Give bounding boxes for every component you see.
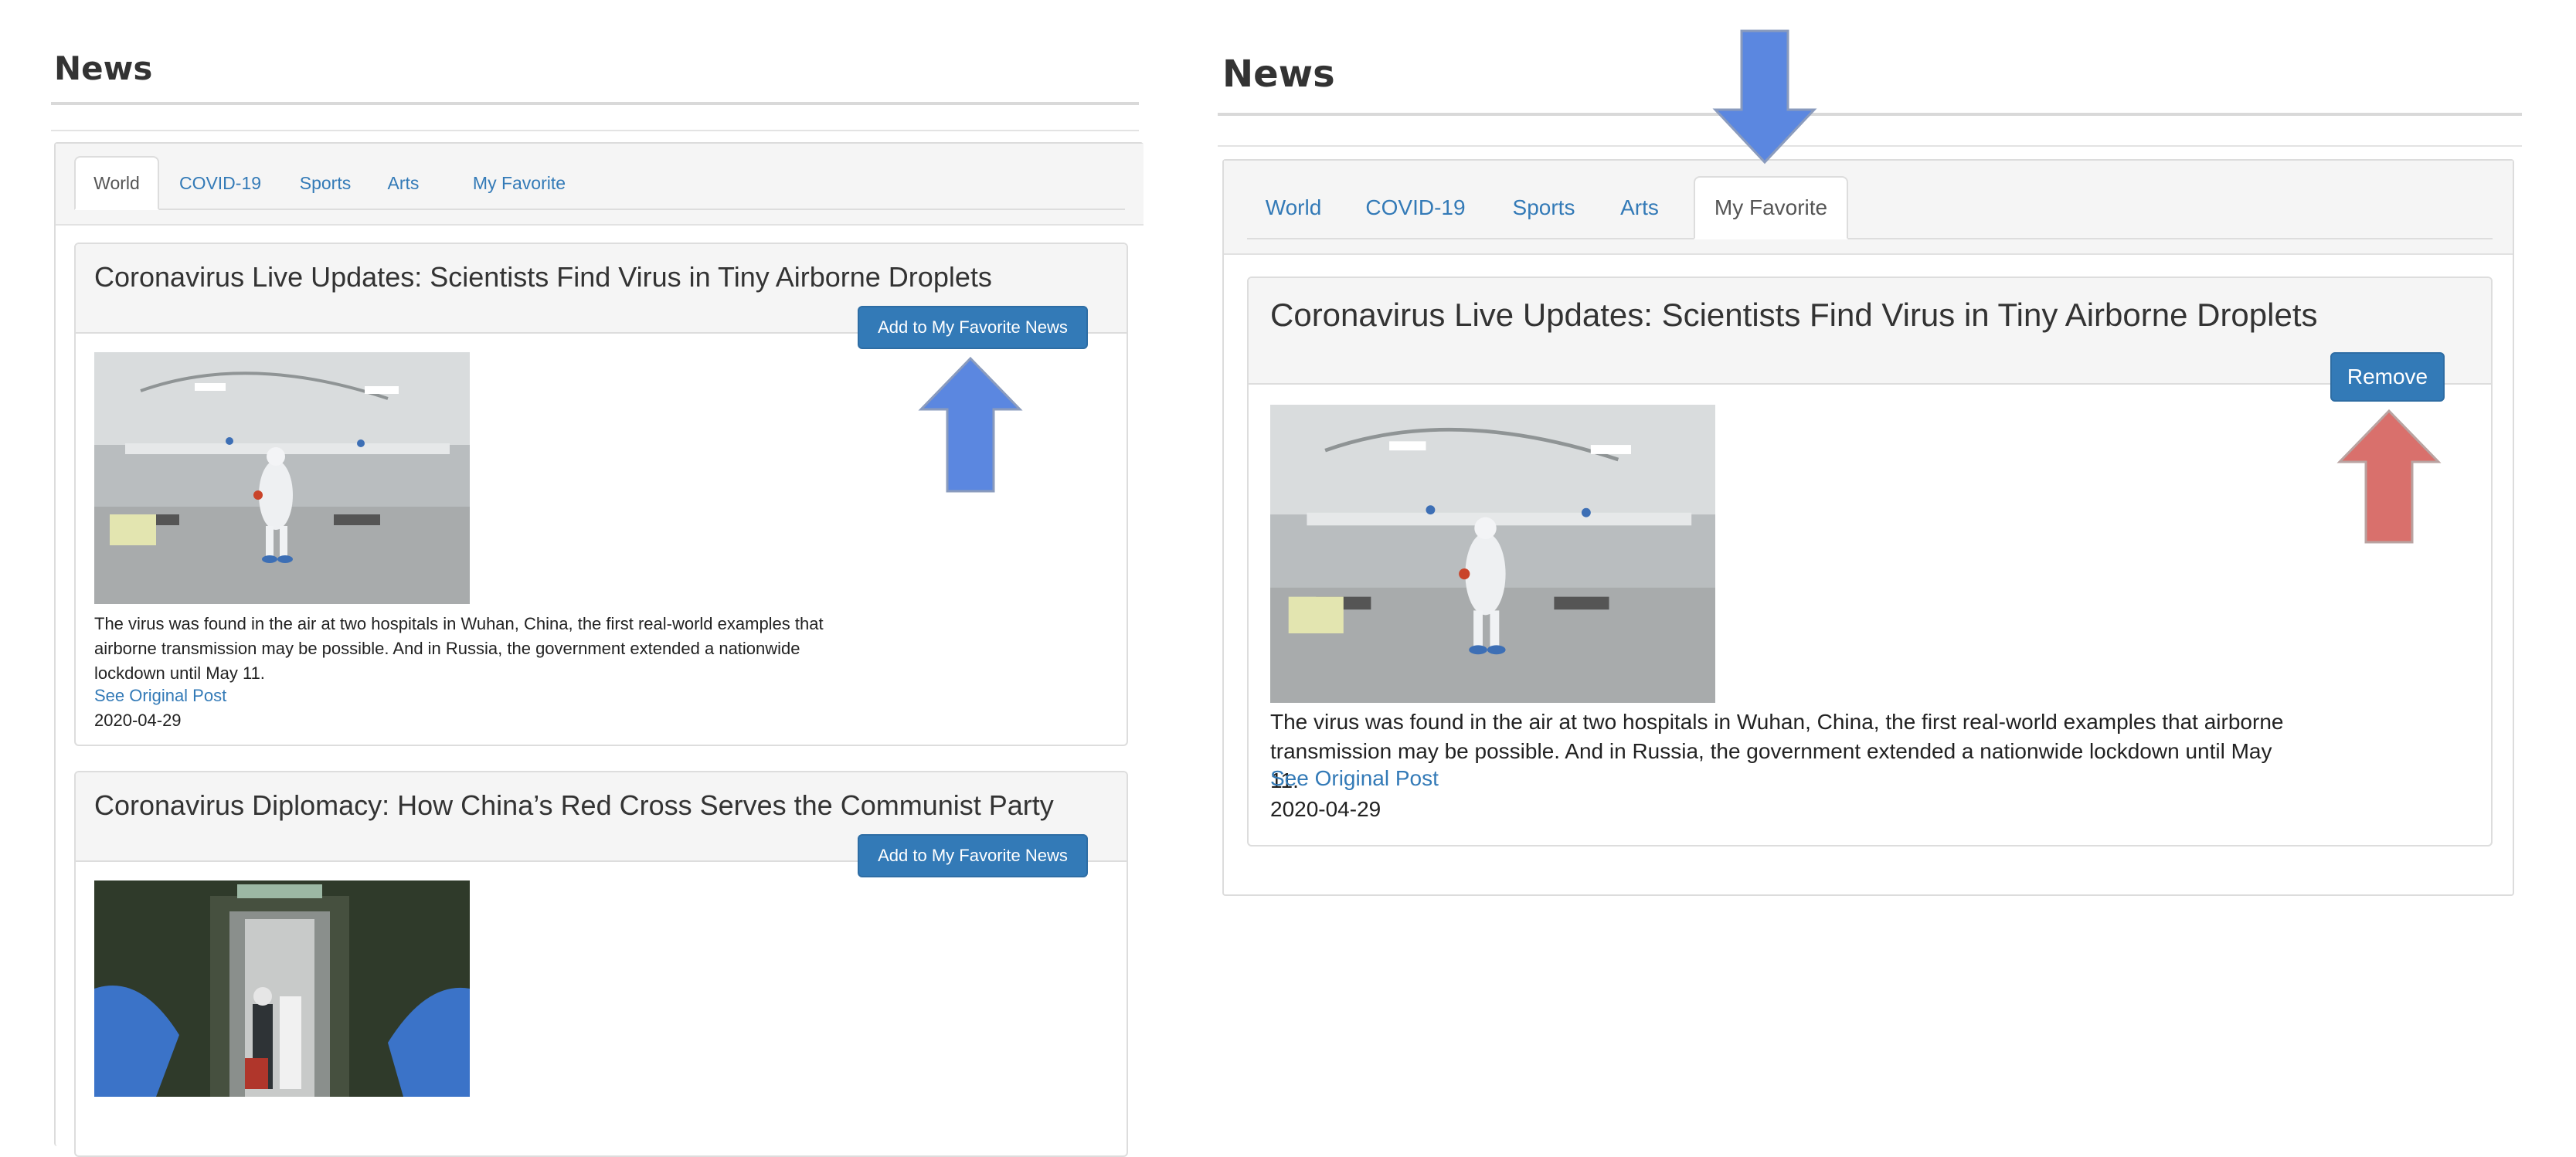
page-title: News — [54, 49, 153, 87]
article-card: Coronavirus Live Updates: Scientists Fin… — [74, 243, 1128, 746]
article-title: Coronavirus Diplomacy: How China’s Red C… — [94, 789, 1054, 821]
tab-my-favorite[interactable]: My Favorite — [442, 156, 596, 210]
article-image — [1270, 405, 1715, 703]
red-up-arrow-annotation — [2336, 409, 2442, 544]
title-divider — [1218, 113, 2522, 116]
see-original-post-link[interactable]: See Original Post — [1270, 766, 1439, 791]
tab-arts[interactable]: Arts — [1602, 176, 1677, 239]
article-image — [94, 880, 470, 1097]
tab-world[interactable]: World — [1247, 176, 1340, 239]
divider — [51, 130, 1139, 131]
tab-world[interactable]: World — [74, 156, 159, 210]
see-original-post-link[interactable]: See Original Post — [94, 686, 226, 706]
divider — [1218, 145, 2522, 147]
favorite-article-card: Coronavirus Live Updates: Scientists Fin… — [1247, 277, 2493, 847]
article-description: The virus was found in the air at two ho… — [94, 614, 824, 683]
tab-sports[interactable]: Sports — [1491, 176, 1596, 239]
add-to-favorite-button[interactable]: Add to My Favorite News — [858, 306, 1088, 349]
tab-my-favorite[interactable]: My Favorite — [1694, 176, 1848, 239]
news-panel: World COVID-19 Sports Arts My Favorite C… — [1222, 159, 2514, 896]
hospital-photo — [94, 352, 470, 604]
add-to-favorite-button[interactable]: Add to My Favorite News — [858, 834, 1088, 877]
elevator-photo — [94, 880, 470, 1097]
blue-up-arrow-annotation — [918, 356, 1023, 493]
tab-sports[interactable]: Sports — [283, 156, 368, 210]
right-pane: News World COVID-19 Sports Arts My Favor… — [1205, 0, 2576, 1129]
tab-arts[interactable]: Arts — [372, 156, 434, 210]
article-date: 2020-04-29 — [1270, 797, 1381, 821]
article-image — [94, 352, 470, 604]
blue-down-arrow-annotation — [1712, 29, 1817, 165]
title-divider — [51, 102, 1139, 105]
news-panel: World COVID-19 Sports Arts My Favorite C… — [54, 142, 1144, 1157]
remove-button[interactable]: Remove — [2330, 352, 2445, 402]
tab-covid-19[interactable]: COVID-19 — [1346, 176, 1485, 239]
article-card: Coronavirus Diplomacy: How China’s Red C… — [74, 771, 1128, 1157]
article-title: Coronavirus Live Updates: Scientists Fin… — [1270, 297, 2318, 333]
article-title: Coronavirus Live Updates: Scientists Fin… — [94, 261, 992, 293]
page-title: News — [1222, 53, 1335, 96]
left-pane: News World COVID-19 Sports Arts My Favor… — [0, 0, 1174, 1157]
article-date: 2020-04-29 — [94, 711, 182, 730]
tab-covid-19[interactable]: COVID-19 — [162, 156, 278, 210]
hospital-photo — [1270, 405, 1715, 703]
